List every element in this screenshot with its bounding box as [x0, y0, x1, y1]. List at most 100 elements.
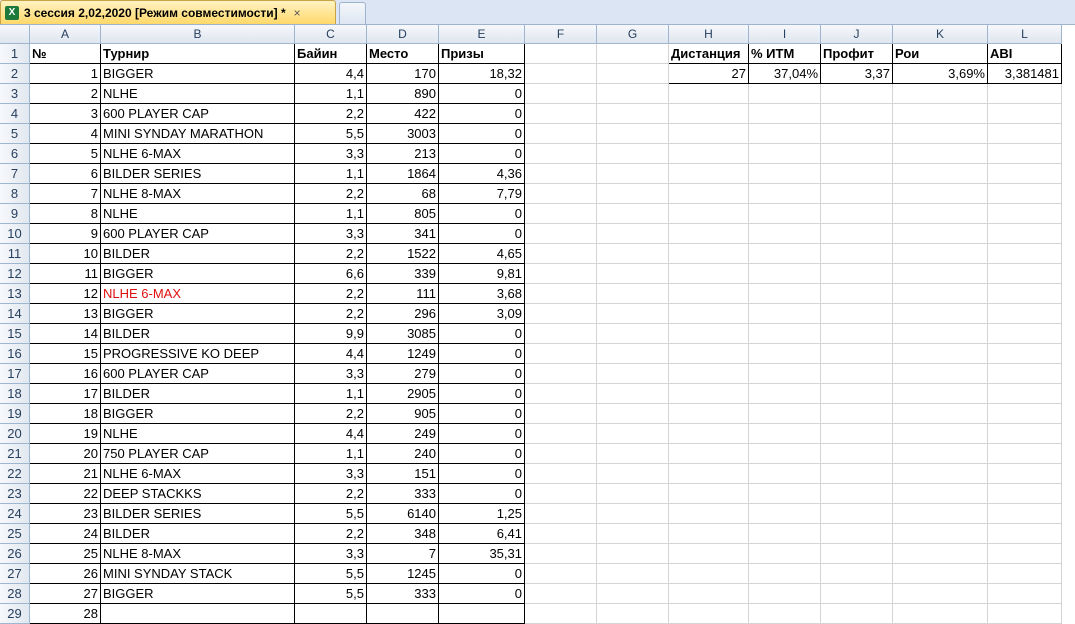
data-cell-c[interactable]: 2,2 [295, 104, 367, 124]
data-cell-b[interactable]: NLHE 6-MAX [101, 284, 295, 304]
data-cell-d[interactable]: 333 [367, 484, 439, 504]
cell[interactable] [669, 224, 749, 244]
cell[interactable] [525, 104, 597, 124]
cell[interactable] [988, 564, 1062, 584]
data-cell-c[interactable]: 4,4 [295, 424, 367, 444]
data-cell-e[interactable]: 7,79 [439, 184, 525, 204]
data-cell-c[interactable]: 1,1 [295, 84, 367, 104]
cell[interactable] [749, 244, 821, 264]
cell[interactable] [821, 384, 893, 404]
cell[interactable] [669, 564, 749, 584]
cell[interactable] [893, 204, 988, 224]
data-cell-a[interactable]: 15 [30, 344, 101, 364]
data-cell-c[interactable]: 3,3 [295, 144, 367, 164]
data-cell-b[interactable]: BILDER SERIES [101, 504, 295, 524]
cell[interactable] [669, 244, 749, 264]
cell[interactable] [597, 244, 669, 264]
data-cell-b[interactable]: MINI SYNDAY STACK [101, 564, 295, 584]
row-header-20[interactable]: 20 [0, 424, 30, 444]
row-header-27[interactable]: 27 [0, 564, 30, 584]
data-cell-c[interactable]: 3,3 [295, 464, 367, 484]
cell[interactable] [988, 444, 1062, 464]
row-header-24[interactable]: 24 [0, 504, 30, 524]
data-cell-a[interactable]: 8 [30, 204, 101, 224]
cell[interactable] [597, 284, 669, 304]
column-header-a[interactable]: A [30, 25, 101, 44]
data-cell-a[interactable]: 3 [30, 104, 101, 124]
cell[interactable] [988, 484, 1062, 504]
row-header-15[interactable]: 15 [0, 324, 30, 344]
row-header-21[interactable]: 21 [0, 444, 30, 464]
data-cell-c[interactable]: 6,6 [295, 264, 367, 284]
cell[interactable] [893, 84, 988, 104]
cell[interactable] [749, 404, 821, 424]
data-cell-b[interactable]: BILDER [101, 384, 295, 404]
cell[interactable] [749, 204, 821, 224]
cell[interactable] [597, 484, 669, 504]
cell[interactable] [749, 424, 821, 444]
data-cell-a[interactable]: 28 [30, 604, 101, 624]
cell[interactable] [597, 124, 669, 144]
cell[interactable] [988, 164, 1062, 184]
row-header-5[interactable]: 5 [0, 124, 30, 144]
data-cell-e[interactable]: 0 [439, 584, 525, 604]
row-header-3[interactable]: 3 [0, 84, 30, 104]
data-cell-a[interactable]: 25 [30, 544, 101, 564]
cell[interactable] [525, 444, 597, 464]
cell[interactable] [525, 384, 597, 404]
cell[interactable] [525, 164, 597, 184]
row-header-4[interactable]: 4 [0, 104, 30, 124]
column-header-i[interactable]: I [749, 25, 821, 44]
cell[interactable] [525, 584, 597, 604]
column-header-c[interactable]: C [295, 25, 367, 44]
data-cell-e[interactable]: 4,65 [439, 244, 525, 264]
data-cell-c[interactable]: 1,1 [295, 204, 367, 224]
data-cell-d[interactable]: 339 [367, 264, 439, 284]
data-cell-a[interactable]: 6 [30, 164, 101, 184]
cell[interactable] [669, 484, 749, 504]
data-cell-d[interactable]: 6140 [367, 504, 439, 524]
cell[interactable] [597, 164, 669, 184]
cell[interactable] [597, 184, 669, 204]
data-cell-b[interactable]: BIGGER [101, 404, 295, 424]
cell[interactable] [988, 404, 1062, 424]
data-cell-e[interactable]: 0 [439, 324, 525, 344]
data-cell-d[interactable] [367, 604, 439, 624]
cell[interactable] [669, 304, 749, 324]
close-icon[interactable]: × [294, 6, 301, 20]
column-header-d[interactable]: D [367, 25, 439, 44]
cell[interactable] [821, 284, 893, 304]
data-cell-e[interactable]: 0 [439, 364, 525, 384]
data-cell-d[interactable]: 1249 [367, 344, 439, 364]
cell[interactable] [893, 604, 988, 624]
data-cell-e[interactable]: 0 [439, 464, 525, 484]
cell[interactable] [749, 124, 821, 144]
row-header-9[interactable]: 9 [0, 204, 30, 224]
data-cell-d[interactable]: 151 [367, 464, 439, 484]
data-cell-c[interactable]: 5,5 [295, 124, 367, 144]
cell[interactable] [669, 184, 749, 204]
data-cell-c[interactable]: 5,5 [295, 564, 367, 584]
cell[interactable] [525, 324, 597, 344]
cell[interactable] [821, 244, 893, 264]
header-cell-h[interactable]: Дистанция [669, 44, 749, 64]
data-cell-c[interactable]: 2,2 [295, 244, 367, 264]
cell[interactable] [988, 364, 1062, 384]
data-cell-e[interactable]: 0 [439, 104, 525, 124]
cell[interactable] [821, 604, 893, 624]
cell[interactable] [669, 504, 749, 524]
data-cell-c[interactable]: 2,2 [295, 524, 367, 544]
cell[interactable] [893, 504, 988, 524]
cell[interactable] [893, 224, 988, 244]
row-header-2[interactable]: 2 [0, 64, 30, 84]
data-cell-c[interactable]: 4,4 [295, 64, 367, 84]
data-cell-b[interactable]: NLHE 6-MAX [101, 144, 295, 164]
cell[interactable] [749, 104, 821, 124]
data-cell-a[interactable]: 16 [30, 364, 101, 384]
data-cell-a[interactable]: 27 [30, 584, 101, 604]
cell[interactable] [893, 484, 988, 504]
data-cell-a[interactable]: 22 [30, 484, 101, 504]
cell[interactable] [821, 504, 893, 524]
cell[interactable] [821, 104, 893, 124]
column-header-l[interactable]: L [988, 25, 1062, 44]
